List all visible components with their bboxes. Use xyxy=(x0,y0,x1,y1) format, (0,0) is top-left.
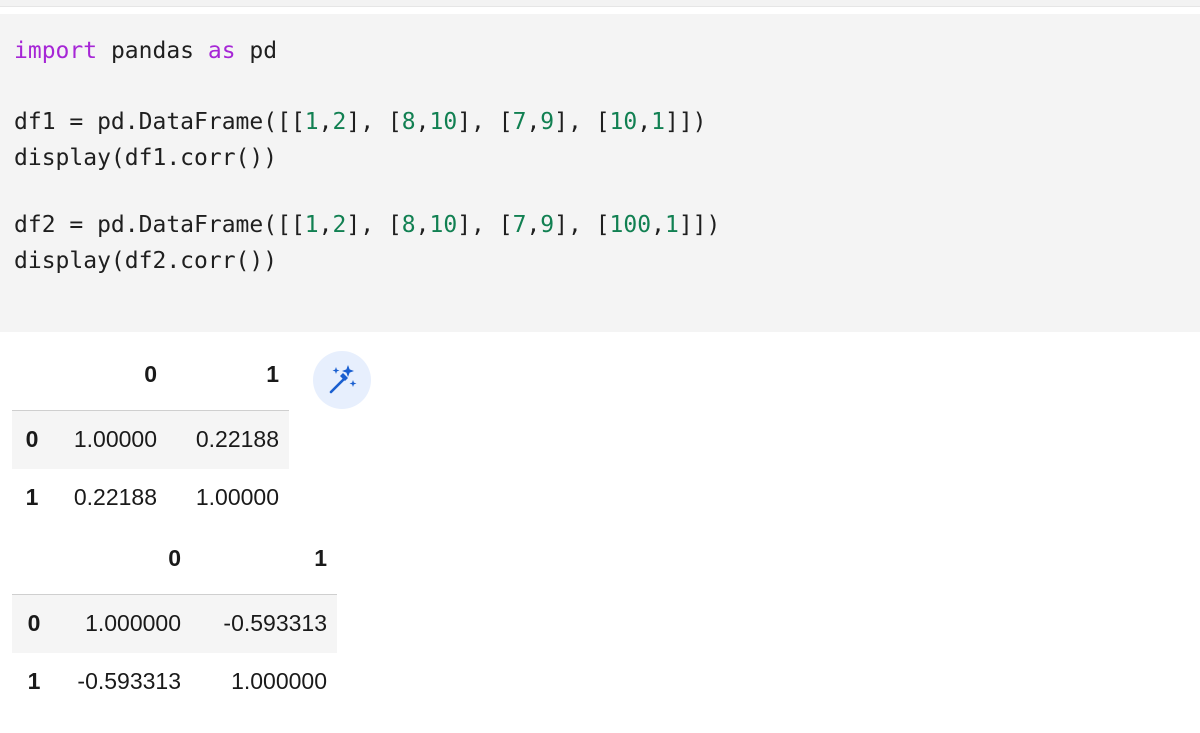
table-header-row: 0 1 xyxy=(12,522,337,595)
code-number: 9 xyxy=(540,212,555,238)
table-header-row: 0 1 xyxy=(12,338,289,411)
code-text: ], [ xyxy=(457,212,513,238)
code-number: 100 xyxy=(609,212,652,238)
code-text: ]]) xyxy=(678,212,721,238)
code-number: 2 xyxy=(332,109,347,135)
code-line-df2: df2 = pd.DataFrame([[1,2], [8,10], [7,9]… xyxy=(14,210,720,240)
table-row: 0 1.00000 0.22188 xyxy=(12,410,289,469)
code-text: ], [ xyxy=(457,109,513,135)
code-text: display(df1.corr()) xyxy=(14,145,278,171)
code-text: , xyxy=(318,212,333,238)
table-cell: 1.00000 xyxy=(195,484,279,510)
keyword-import: import xyxy=(14,38,98,64)
table-cell: 0.22188 xyxy=(73,484,157,510)
code-number: 2 xyxy=(332,212,347,238)
code-cell[interactable]: import pandas as pd df1 = pd.DataFrame([… xyxy=(0,14,1200,332)
code-text: display(df2.corr()) xyxy=(14,248,278,274)
code-number: 9 xyxy=(540,109,555,135)
module-name: pandas xyxy=(97,38,208,64)
code-text: ]]) xyxy=(664,109,707,135)
keyword-as: as xyxy=(207,38,236,64)
table-cell: 1.000000 xyxy=(85,610,181,637)
row-index: 0 xyxy=(27,610,41,637)
code-text: , xyxy=(651,212,665,238)
table-row: 0 1.000000 -0.593313 xyxy=(12,594,337,653)
magic-wand-sparkle-icon xyxy=(329,365,357,394)
module-alias: pd xyxy=(235,38,278,64)
code-text: ], [ xyxy=(346,109,402,135)
code-text: ], [ xyxy=(346,212,402,238)
table-cell: 0.22188 xyxy=(195,426,279,453)
code-number: 10 xyxy=(609,109,638,135)
table-row: 1 -0.593313 1.000000 xyxy=(12,653,337,711)
code-text: ], [ xyxy=(554,109,610,135)
table-cell: -0.593313 xyxy=(223,610,327,637)
table-cell: -0.593313 xyxy=(77,668,181,694)
code-text: , xyxy=(415,109,430,135)
magic-wand-button[interactable] xyxy=(313,351,371,409)
row-index: 1 xyxy=(25,484,39,510)
column-header: 1 xyxy=(314,544,327,571)
code-number: 10 xyxy=(429,212,458,238)
code-text: , xyxy=(526,109,541,135)
code-number: 10 xyxy=(429,109,458,135)
dataframe-output-2: 0 1 0 1.000000 -0.593313 1 -0.593313 1.0… xyxy=(12,522,337,711)
code-number: 7 xyxy=(512,109,527,135)
code-number: 1 xyxy=(304,212,319,238)
code-line-display2: display(df2.corr()) xyxy=(14,246,277,276)
code-number: 8 xyxy=(401,109,416,135)
cell-output: 0 1 0 1.00000 0.22188 1 0.22188 1.00000 xyxy=(0,332,1200,733)
code-text: , xyxy=(318,109,333,135)
code-text: df2 = pd.DataFrame([[ xyxy=(14,212,305,238)
table-row: 1 0.22188 1.00000 xyxy=(12,469,289,527)
code-number: 7 xyxy=(512,212,527,238)
code-number: 8 xyxy=(401,212,416,238)
code-line-display1: display(df1.corr()) xyxy=(14,143,277,173)
index-header xyxy=(12,338,52,411)
table-cell: 1.00000 xyxy=(73,426,157,453)
table-cell: 1.000000 xyxy=(231,668,327,694)
code-text: , xyxy=(415,212,430,238)
code-text: df1 = pd.DataFrame([[ xyxy=(14,109,305,135)
index-header xyxy=(12,522,56,595)
code-text: , xyxy=(637,109,652,135)
column-header: 0 xyxy=(168,544,181,571)
code-text: ], [ xyxy=(554,212,610,238)
code-line-import: import pandas as pd xyxy=(14,36,277,66)
code-number: 1 xyxy=(651,109,665,135)
top-divider xyxy=(0,0,1200,7)
code-number: 1 xyxy=(664,212,679,238)
column-header: 1 xyxy=(266,360,279,387)
dataframe-output-1: 0 1 0 1.00000 0.22188 1 0.22188 1.00000 xyxy=(12,338,289,527)
row-index: 0 xyxy=(25,426,39,453)
code-number: 1 xyxy=(304,109,319,135)
column-header: 0 xyxy=(144,360,157,387)
code-text: , xyxy=(526,212,541,238)
row-index: 1 xyxy=(27,668,41,694)
code-line-df1: df1 = pd.DataFrame([[1,2], [8,10], [7,9]… xyxy=(14,107,707,137)
